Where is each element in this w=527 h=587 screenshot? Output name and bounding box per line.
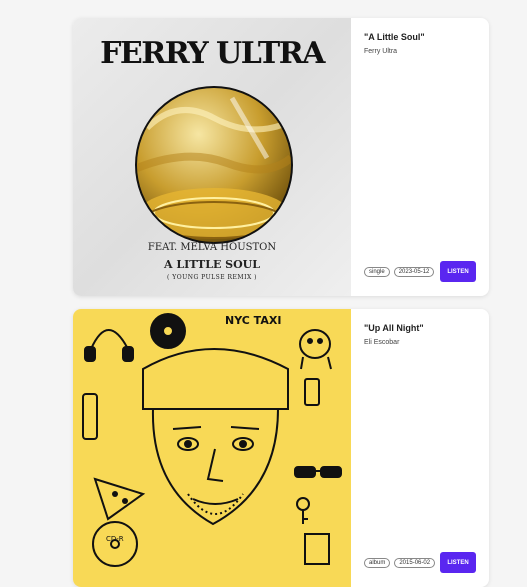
headphones-drawing	[84, 329, 134, 362]
date-tag: 2023-05-12	[393, 266, 435, 277]
cd-drawing: CD-R	[92, 521, 138, 567]
listen-button[interactable]: LISTEN	[440, 552, 476, 573]
face-drawing	[142, 348, 289, 526]
release-footer: album 2015-06-02 LISTEN	[364, 552, 476, 573]
svg-text:CD-R: CD-R	[106, 535, 124, 543]
bottle-drawing	[82, 393, 98, 440]
pizza-drawing	[93, 477, 146, 521]
type-tag: single	[364, 266, 390, 277]
release-card: FERRY ULTRA FEAT. MELVA HOUSTON A LITTLE…	[73, 18, 489, 296]
tag-list: single 2023-05-12	[364, 266, 435, 277]
type-tag: album	[364, 557, 391, 568]
release-title: "Up All Night"	[364, 323, 424, 333]
dog-drawing	[299, 329, 332, 370]
cover-band-name: FERRY ULTRA	[100, 36, 325, 71]
album-cover: NYC TAXI CD-R	[73, 309, 351, 587]
cover-remix-text: ( YOUNG PULSE REMIX )	[167, 274, 257, 281]
release-artist: Eli Escobar	[364, 339, 400, 346]
release-card: NYC TAXI CD-R "Up All Night" Eli Escobar…	[73, 309, 489, 587]
release-info: "Up All Night" Eli Escobar album 2015-06…	[351, 309, 489, 587]
release-info: "A Little Soul" Ferry Ultra single 2023-…	[351, 18, 489, 296]
listen-button[interactable]: LISTEN	[440, 261, 476, 282]
key-drawing	[296, 497, 310, 524]
glass-drawing	[304, 533, 330, 565]
tag-list: album 2015-06-02	[364, 557, 436, 568]
cover-feat-text: FEAT. MELVA HOUSTON	[147, 242, 277, 253]
album-cover: FERRY ULTRA FEAT. MELVA HOUSTON A LITTLE…	[73, 18, 351, 296]
taxi-sign-text: NYC TAXI	[225, 314, 281, 327]
vinyl-record-drawing	[150, 313, 186, 349]
release-footer: single 2023-05-12 LISTEN	[364, 261, 476, 282]
cover-song-text: A LITTLE SOUL	[163, 258, 261, 271]
sunglasses-drawing	[294, 466, 342, 478]
release-title: "A Little Soul"	[364, 32, 425, 42]
release-artist: Ferry Ultra	[364, 48, 398, 55]
date-tag: 2015-06-02	[394, 557, 436, 568]
phone-drawing	[304, 378, 320, 406]
cover-gold-circle	[135, 86, 293, 244]
